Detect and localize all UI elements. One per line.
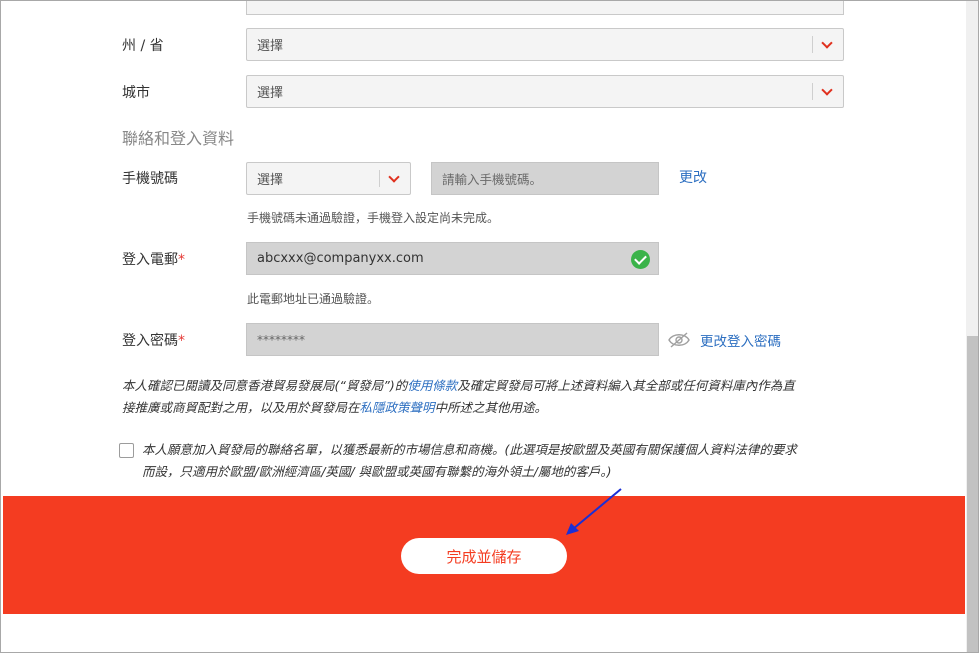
opt-in-line-2: 而設，只適用於歐盟/歐洲經濟區/英國/ 與歐盟或英國有聯繫的海外領土/屬地的客戶…	[142, 464, 612, 479]
mobile-number-input[interactable]: 請輸入手機號碼。	[431, 162, 659, 195]
change-password-link[interactable]: 更改登入密碼	[700, 330, 781, 350]
mobile-label: 手機號碼	[122, 171, 178, 187]
email-input[interactable]: abcxxx@companyxx.com	[246, 242, 659, 275]
scrollbar[interactable]	[966, 1, 978, 652]
email-label: 登入電郵*	[122, 249, 185, 269]
chevron-down-icon	[821, 84, 833, 96]
email-value: abcxxx@companyxx.com	[257, 251, 424, 266]
password-label-text: 登入密碼	[122, 333, 178, 349]
opt-in-line-1: 本人願意加入貿發局的聯絡名單，以獲悉最新的市場信息和商機。(此選項是按歐盟及英國…	[142, 442, 797, 457]
password-label: 登入密碼*	[122, 330, 185, 350]
mobile-number-placeholder: 請輸入手機號碼。	[442, 172, 543, 187]
scrollbar-thumb[interactable]	[967, 336, 978, 652]
section-title: 聯絡和登入資料	[122, 129, 235, 148]
password-input[interactable]: ********	[246, 323, 659, 356]
terms-link[interactable]: 使用條款	[407, 378, 457, 393]
city-label: 城市	[122, 85, 150, 101]
required-mark: *	[178, 333, 185, 349]
page-frame: 州 / 省 選擇 城市 選擇 聯絡和登入資料 手機號碼 選擇 請輸入手機號碼。 …	[0, 0, 979, 653]
select-divider	[379, 170, 380, 187]
opt-in-checkbox[interactable]	[119, 443, 134, 458]
check-circle-icon	[631, 250, 650, 269]
required-mark: *	[178, 252, 185, 268]
mobile-hint: 手機號碼未通過驗證，手機登入設定尚未完成。	[247, 211, 500, 225]
city-select[interactable]: 選擇	[246, 75, 844, 108]
email-hint: 此電郵地址已通過驗證。	[247, 292, 380, 306]
chevron-down-icon	[821, 37, 833, 49]
city-select-value: 選擇	[257, 86, 284, 101]
state-label: 州 / 省	[122, 38, 164, 54]
select-divider	[812, 83, 813, 100]
previous-field-input[interactable]	[246, 1, 844, 15]
privacy-link[interactable]: 私隱政策聲明	[360, 400, 435, 415]
consent-text: 本人確認已閱讀及同意香港貿易發展局(“貿發局”)的使用條款及確定貿發局可將上述資…	[122, 375, 857, 419]
state-select[interactable]: 選擇	[246, 28, 844, 61]
state-select-value: 選擇	[257, 39, 284, 54]
annotation-arrow-icon	[566, 488, 622, 535]
consent-text-1: 本人確認已閱讀及同意香港貿易發展局(“貿發局”)的	[122, 378, 408, 393]
eye-slash-icon[interactable]	[668, 331, 690, 349]
consent-text-4: 中所述之其他用途。	[434, 400, 548, 415]
mobile-country-select[interactable]: 選擇	[246, 162, 411, 195]
select-divider	[812, 36, 813, 53]
chevron-down-icon	[388, 171, 400, 183]
opt-in-text: 本人願意加入貿發局的聯絡名單，以獲悉最新的市場信息和商機。(此選項是按歐盟及英國…	[142, 439, 877, 483]
mobile-country-value: 選擇	[257, 173, 284, 188]
email-label-text: 登入電郵	[122, 252, 178, 268]
change-mobile-link[interactable]: 更改	[679, 167, 707, 187]
password-value: ********	[257, 332, 305, 347]
save-button[interactable]: 完成並儲存	[401, 538, 567, 574]
consent-text-3: 接推廣或商貿配對之用，以及用於貿發局在	[122, 400, 360, 415]
consent-text-2: 及確定貿發局可將上述資料編入其全部或任何資料庫內作為直	[457, 378, 795, 393]
